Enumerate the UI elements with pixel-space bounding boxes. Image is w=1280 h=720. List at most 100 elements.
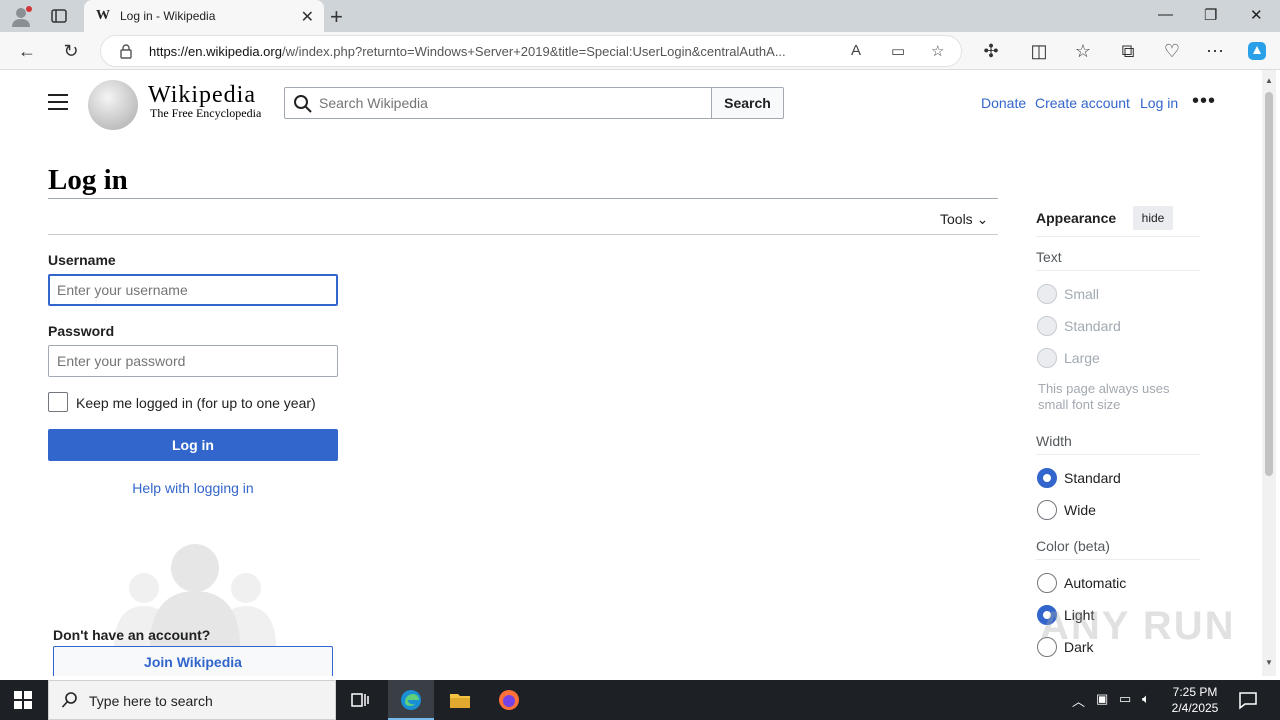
wikipedia-globe-logo[interactable] — [88, 80, 138, 130]
color-section-label: Color (beta) — [1036, 538, 1110, 554]
minimize-icon[interactable]: — — [1158, 6, 1173, 23]
remember-me-label[interactable]: Keep me logged in (for up to one year) — [76, 395, 316, 411]
main-menu-icon[interactable] — [48, 94, 68, 110]
appearance-divider — [1036, 236, 1200, 237]
url-path: /w/index.php?returnto=Windows+Server+201… — [281, 44, 786, 59]
width-section-label: Width — [1036, 433, 1072, 449]
new-tab-icon[interactable]: + — [330, 4, 343, 30]
password-input[interactable] — [48, 345, 338, 377]
title-divider — [48, 198, 998, 199]
file-explorer-icon[interactable] — [448, 688, 472, 712]
settings-more-icon[interactable]: ⋯ — [1204, 40, 1226, 62]
network-icon[interactable]: ▭ — [1119, 691, 1131, 707]
page-title: Log in — [48, 164, 128, 196]
clock-time: 7:25 PM — [1172, 685, 1218, 699]
favorites-icon[interactable]: ☆ — [1072, 40, 1094, 62]
text-standard-radio[interactable] — [1037, 316, 1057, 336]
device-icon[interactable]: ▣ — [1096, 691, 1108, 707]
search-input[interactable] — [319, 93, 699, 113]
width-standard-label: Standard — [1064, 470, 1121, 486]
close-tab-icon[interactable]: ✕ — [301, 7, 314, 27]
width-standard-radio[interactable] — [1037, 468, 1057, 488]
no-account-text: Don't have an account? — [53, 627, 211, 643]
remember-me-checkbox[interactable] — [48, 392, 68, 412]
donate-link[interactable]: Donate — [981, 95, 1026, 111]
width-wide-radio[interactable] — [1037, 500, 1057, 520]
color-automatic-radio[interactable] — [1037, 573, 1057, 593]
close-window-icon[interactable]: ✕ — [1250, 6, 1263, 24]
taskbar-clock[interactable]: 7:25 PM 2/4/2025 — [1160, 684, 1230, 716]
appearance-hide-button[interactable]: hide — [1133, 206, 1173, 230]
text-small-radio[interactable] — [1037, 284, 1057, 304]
split-screen-icon[interactable]: ◫ — [1028, 40, 1050, 62]
wikipedia-wordmark[interactable]: Wikipedia — [148, 82, 256, 109]
scrollbar-thumb[interactable] — [1265, 92, 1273, 476]
scroll-up-icon[interactable]: ▲ — [1265, 76, 1273, 85]
refresh-icon[interactable]: ↻ — [60, 40, 82, 62]
clock-date: 2/4/2025 — [1171, 701, 1219, 715]
back-icon[interactable]: ← — [16, 40, 38, 62]
width-section-divider — [1036, 454, 1200, 455]
address-bar[interactable]: https://en.wikipedia.org/w/index.php?ret… — [100, 35, 962, 67]
firefox-icon[interactable] — [497, 688, 521, 712]
username-label: Username — [48, 252, 116, 268]
log-in-link[interactable]: Log in — [1140, 95, 1178, 111]
profile-icon[interactable] — [10, 6, 32, 28]
text-section-divider — [1036, 270, 1200, 271]
anyrun-watermark: ANY RUN — [1040, 604, 1236, 648]
collections-icon[interactable]: ⧉ — [1117, 40, 1139, 62]
log-in-button[interactable]: Log in — [48, 429, 338, 461]
volume-icon[interactable]: 🔈︎ — [1142, 691, 1150, 707]
wikipedia-page: Wikipedia The Free Encyclopedia Search D… — [4, 70, 1262, 676]
text-small-label: Small — [1064, 286, 1100, 302]
copilot-icon[interactable] — [1246, 40, 1268, 62]
edge-taskbar-button[interactable] — [388, 680, 434, 720]
windows-start-icon[interactable] — [14, 691, 32, 709]
page-scrollbar[interactable]: ▲ ▼ — [1262, 70, 1276, 676]
text-large-radio[interactable] — [1037, 348, 1057, 368]
tab-login-wikipedia[interactable]: W Log in - Wikipedia ✕ — [84, 0, 324, 32]
create-account-link[interactable]: Create account — [1035, 95, 1130, 111]
text-section-label: Text — [1036, 249, 1062, 265]
text-size-note: This page always uses small font size — [1038, 381, 1170, 412]
tools-dropdown[interactable]: Tools ⌄ — [940, 211, 988, 228]
wikipedia-favicon-icon: W — [96, 8, 110, 23]
read-aloud-icon[interactable]: A — [851, 42, 861, 59]
tab-actions-icon[interactable] — [50, 7, 68, 25]
text-standard-label: Standard — [1064, 318, 1121, 334]
favorite-star-icon[interactable]: ☆ — [931, 42, 944, 60]
restore-icon[interactable]: ❐ — [1204, 6, 1217, 24]
search-icon — [294, 95, 312, 113]
username-input[interactable] — [48, 274, 338, 306]
search-box — [284, 87, 712, 119]
wikipedia-tagline: The Free Encyclopedia — [150, 106, 262, 120]
url-text[interactable]: https://en.wikipedia.org/w/index.php?ret… — [149, 44, 839, 59]
help-logging-in-link[interactable]: Help with logging in — [48, 480, 338, 496]
tab-title: Log in - Wikipedia — [120, 9, 216, 23]
color-section-divider — [1036, 559, 1200, 560]
browser-essentials-icon[interactable]: ♡ — [1161, 40, 1183, 62]
tools-divider — [48, 234, 998, 235]
address-toolbar: ← ↻ https://en.wikipedia.org/w/index.php… — [0, 32, 1280, 70]
url-domain: https://en.wikipedia.org — [149, 44, 282, 59]
chevron-down-icon: ⌄ — [976, 211, 989, 227]
notifications-icon[interactable] — [1236, 688, 1260, 712]
extensions-icon[interactable]: ✣ — [980, 40, 1002, 62]
personal-tools-menu-icon[interactable]: ••• — [1192, 90, 1216, 113]
appearance-title: Appearance — [1036, 210, 1117, 226]
join-wikipedia-button[interactable]: Join Wikipedia — [53, 646, 333, 676]
edge-browser-icon — [401, 690, 421, 710]
task-view-icon[interactable] — [348, 688, 372, 712]
search-button[interactable]: Search — [711, 87, 784, 119]
lock-icon[interactable] — [119, 44, 133, 59]
color-automatic-label: Automatic — [1064, 575, 1127, 591]
scroll-down-icon[interactable]: ▼ — [1265, 658, 1273, 667]
show-hidden-icons[interactable]: ︿ — [1072, 691, 1085, 710]
taskbar-search-box[interactable]: Type here to search — [48, 680, 336, 720]
width-wide-label: Wide — [1064, 502, 1096, 518]
browser-tab-bar: W Log in - Wikipedia ✕ + — ❐ ✕ — [0, 0, 1280, 32]
search-icon — [61, 692, 77, 708]
tools-label: Tools — [940, 211, 973, 227]
taskbar-search-text: Type here to search — [89, 693, 213, 709]
immersive-reader-icon[interactable]: ▭ — [891, 42, 905, 60]
